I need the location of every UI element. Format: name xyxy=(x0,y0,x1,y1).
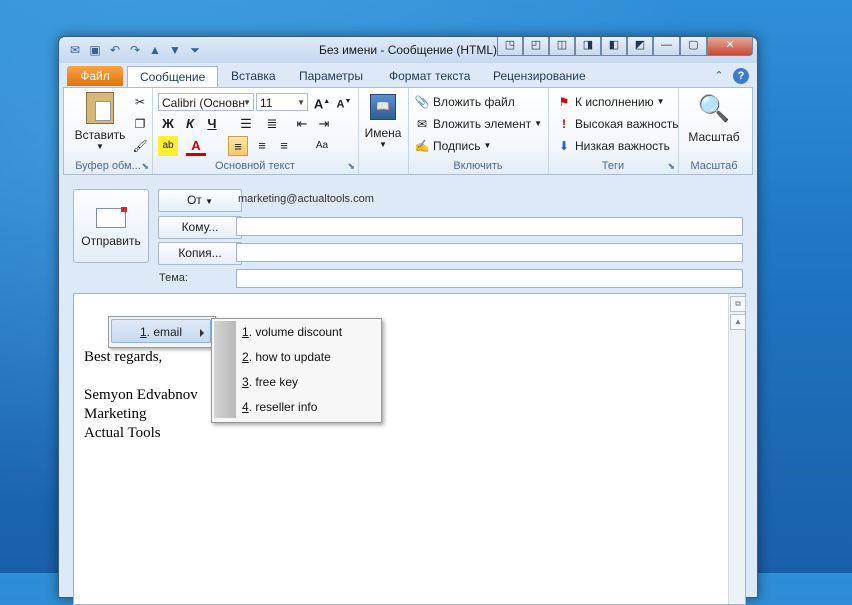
close-button[interactable]: ✕ xyxy=(707,37,753,56)
address-book-icon: 📖 xyxy=(370,94,396,120)
submenu-item-how-to-update[interactable]: 2. how to update xyxy=(242,345,331,370)
scroll-up-icon[interactable]: ▲ xyxy=(730,314,746,330)
ruler-icon[interactable]: ⧉ xyxy=(730,296,746,312)
group-names: 📖 Имена ▼ xyxy=(358,88,409,174)
clipboard-icon xyxy=(86,92,114,124)
increase-indent-icon[interactable]: ⇥ xyxy=(314,114,334,134)
send-envelope-icon xyxy=(96,207,127,228)
copy-icon[interactable]: ❐ xyxy=(132,116,148,132)
font-size-combo[interactable]: 11 ▼ xyxy=(256,93,308,111)
minimize-button[interactable]: — xyxy=(653,37,680,56)
submenu-arrow-icon xyxy=(200,329,204,337)
align-center-icon[interactable]: ≡ xyxy=(252,136,272,156)
highlight-icon[interactable]: ab xyxy=(158,136,178,156)
subject-label: Тема: xyxy=(159,272,188,284)
send-button[interactable]: Отправить xyxy=(73,189,149,263)
decrease-indent-icon[interactable]: ⇤ xyxy=(292,114,312,134)
high-importance-button[interactable]: ! Высокая важность xyxy=(556,114,678,134)
down-arrow-icon: ⬇ xyxy=(558,139,570,153)
float-icon[interactable]: ◰ xyxy=(523,37,549,56)
group-label-include: Включить xyxy=(453,160,503,172)
align-left-icon[interactable]: ≡ xyxy=(228,136,248,156)
submenu-item-volume-discount[interactable]: 1. volume discount xyxy=(242,320,342,345)
low-importance-button[interactable]: ⬇ Низкая важность xyxy=(556,136,670,156)
maximize-button[interactable]: ▢ xyxy=(680,37,707,56)
align-right-icon[interactable]: ≡ xyxy=(274,136,294,156)
ribbon-tabs: Файл Сообщение Вставка Параметры Формат … xyxy=(59,63,757,87)
cut-icon[interactable]: ✂ xyxy=(132,94,148,110)
subject-field[interactable] xyxy=(236,269,743,288)
font-color-icon[interactable]: A xyxy=(186,136,206,156)
paperclip-icon: 📎 xyxy=(414,95,430,109)
tab-file[interactable]: Файл xyxy=(67,66,123,86)
attach-item-button[interactable]: ✉ Вложить элемент ▼ xyxy=(414,114,542,134)
collapse-ribbon-icon[interactable]: ⌃ xyxy=(711,68,727,84)
font-name-combo[interactable]: Calibri (Основн ▼ xyxy=(158,93,254,111)
grid-icon[interactable]: ◫ xyxy=(549,37,575,56)
underline-button[interactable]: Ч xyxy=(202,114,222,134)
group-tags: ⚑ К исполнению ▼ ! Высокая важность ⬇ Низкая… xyxy=(548,88,679,174)
tab-message[interactable]: Сообщение xyxy=(127,66,219,87)
submenu-item-free-key[interactable]: 3. free key xyxy=(242,370,298,395)
signature-button[interactable]: ✍ Подпись ▼ xyxy=(414,136,492,156)
dialog-launcher-icon[interactable]: ⬊ xyxy=(667,161,675,172)
menu-item-email[interactable]: 1. email xyxy=(111,319,211,343)
shrink-font-icon[interactable]: A▼ xyxy=(334,92,354,112)
names-button[interactable]: 📖 Имена ▼ xyxy=(361,94,405,149)
bullets-icon[interactable]: ☰ xyxy=(236,114,256,134)
magnifier-icon: 🔍 xyxy=(697,93,731,123)
group-label-basic-text: Основной текст xyxy=(215,160,295,172)
quick-text-menu: 1. email xyxy=(108,316,216,348)
ribbon: Вставить ▼ ✂ ❐ 🖌 Буфер обм... ⬊ Calibri … xyxy=(63,87,753,175)
from-button[interactable]: От ▼ xyxy=(158,189,242,212)
from-address: marketing@actualtools.com xyxy=(238,193,374,205)
dots-icon[interactable]: ◨ xyxy=(575,37,601,56)
signature-icon: ✍ xyxy=(414,139,430,153)
attach-item-icon: ✉ xyxy=(416,117,428,131)
group-basic-text: Calibri (Основн ▼ 11 ▼ A▲ A▼ Ж К Ч ☰ ≣ ⇤ ⇥… xyxy=(152,88,359,174)
to-button[interactable]: Кому... xyxy=(158,216,242,239)
title-bar: ✉ ▣ ↶ ↷ ▲ ▼ ⏷ Без имени - Сообщение (HTM… xyxy=(59,37,757,63)
tab-review[interactable]: Рецензирование xyxy=(481,66,598,86)
format-painter-icon[interactable]: 🖌 xyxy=(132,138,148,154)
bold-button[interactable]: Ж xyxy=(158,114,178,134)
exclamation-icon: ! xyxy=(562,117,566,131)
attach-file-button[interactable]: 📎 Вложить файл xyxy=(414,92,515,112)
flag-icon: ⚑ xyxy=(558,95,570,109)
tab-format-text[interactable]: Формат текста xyxy=(377,66,482,86)
ribbon-controls: ⌃ ? xyxy=(711,68,749,84)
tile-icon[interactable]: ◳ xyxy=(497,37,523,56)
paste-button[interactable]: Вставить ▼ xyxy=(74,92,126,151)
numbering-icon[interactable]: ≣ xyxy=(262,114,282,134)
layout-icon[interactable]: ◩ xyxy=(627,37,653,56)
grow-font-icon[interactable]: A▲ xyxy=(312,92,332,112)
menu-icon-strip xyxy=(214,321,236,418)
cc-field[interactable] xyxy=(236,243,743,262)
zoom-button[interactable]: 🔍 Масштаб xyxy=(682,92,746,144)
signature-text: Best regards, Semyon Edvabnov Marketing … xyxy=(84,349,198,441)
group-label-zoom: Масштаб xyxy=(690,160,738,172)
styles-icon[interactable]: Aa xyxy=(312,136,332,156)
to-field[interactable] xyxy=(236,217,743,236)
tab-insert[interactable]: Вставка xyxy=(219,66,288,86)
help-icon[interactable]: ? xyxy=(733,68,749,84)
group-include: 📎 Вложить файл ✉ Вложить элемент ▼ ✍ Подпись… xyxy=(408,88,549,174)
tab-options[interactable]: Параметры xyxy=(287,66,375,86)
vertical-scrollbar[interactable]: ⧉ ▲ xyxy=(728,294,746,604)
compose-header: Отправить От ▼ marketing@actualtools.com… xyxy=(63,177,751,289)
dialog-launcher-icon[interactable]: ⬊ xyxy=(141,161,149,172)
group-clipboard: Вставить ▼ ✂ ❐ 🖌 Буфер обм... ⬊ xyxy=(64,88,153,174)
follow-up-button[interactable]: ⚑ К исполнению ▼ xyxy=(556,92,665,112)
group-label-clipboard: Буфер обм... xyxy=(75,160,141,172)
email-submenu: 1. volume discount 2. how to update 3. f… xyxy=(211,318,382,423)
pin-icon[interactable]: ◧ xyxy=(601,37,627,56)
dialog-launcher-icon[interactable]: ⬊ xyxy=(347,161,355,172)
cc-button[interactable]: Копия... xyxy=(158,242,242,265)
group-label-tags: Теги xyxy=(601,160,625,172)
group-zoom: 🔍 Масштаб Масштаб xyxy=(678,88,750,174)
submenu-item-reseller-info[interactable]: 4. reseller info xyxy=(242,395,317,420)
italic-button[interactable]: К xyxy=(180,114,200,134)
window-controls: ◳ ◰ ◫ ◨ ◧ ◩ — ▢ ✕ xyxy=(497,37,753,56)
